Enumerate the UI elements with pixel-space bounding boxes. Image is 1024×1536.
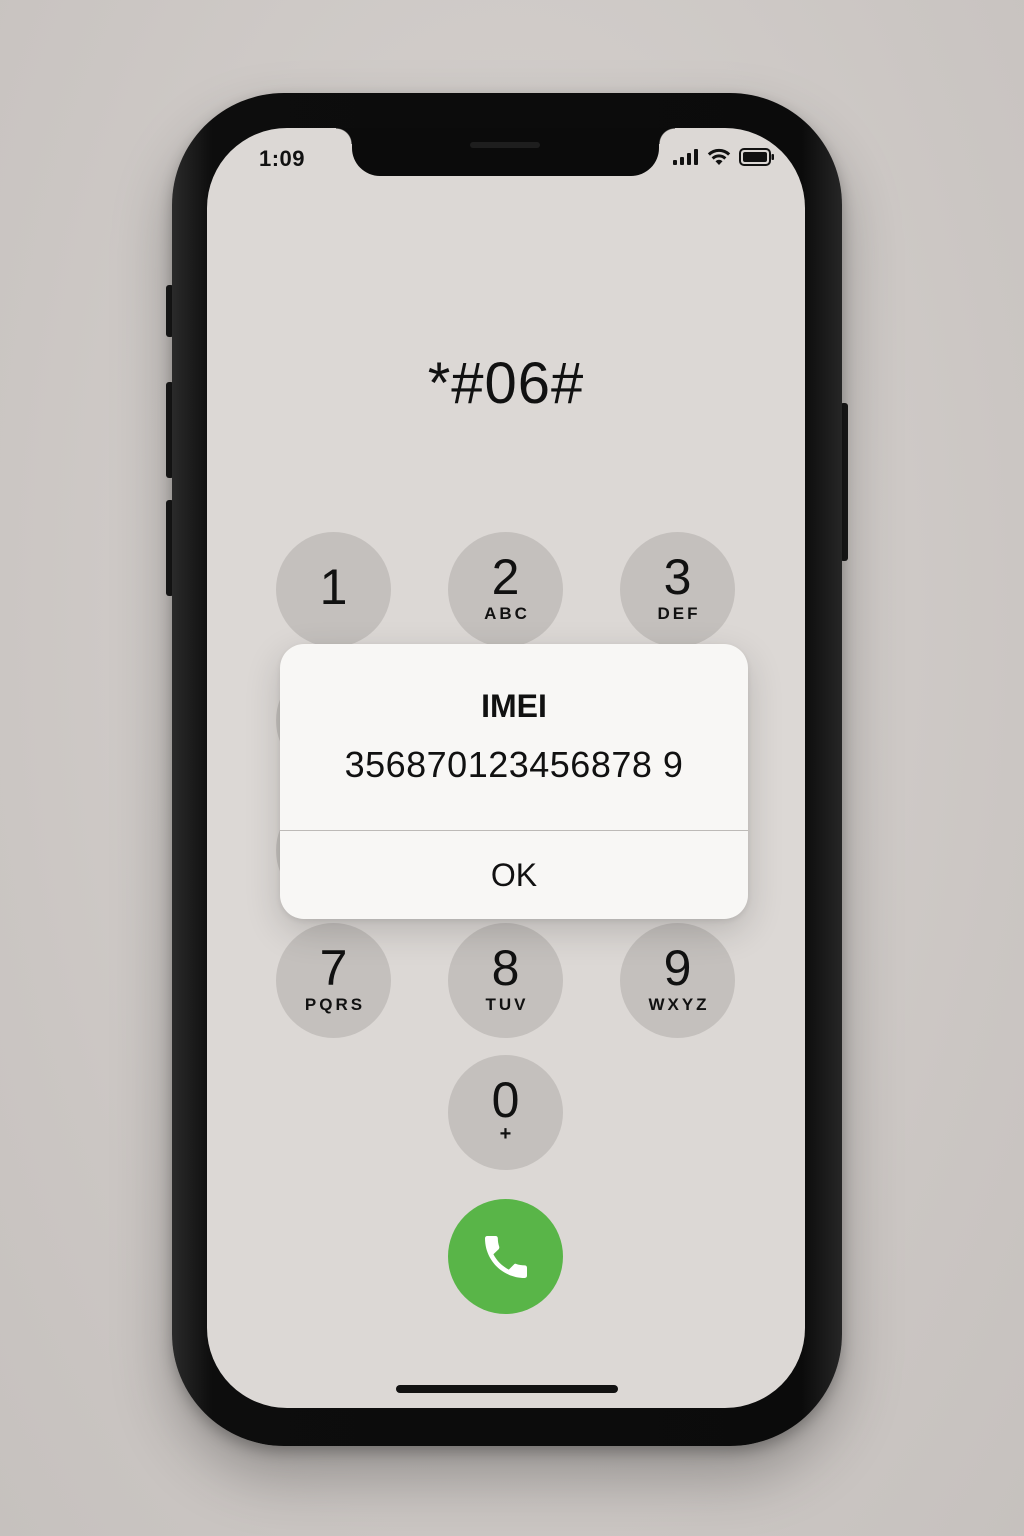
key-1[interactable]: 1 xyxy=(276,532,391,647)
dialed-number: *#06# xyxy=(427,351,585,416)
call-button[interactable] xyxy=(448,1199,563,1314)
key-digit: 2 xyxy=(491,548,520,605)
key-letters: PQRS xyxy=(304,994,366,1014)
key-digit: 7 xyxy=(319,939,348,996)
imei-alert-dialog: IMEI 356870123456878 9 OK xyxy=(280,644,748,919)
phone-icon xyxy=(484,1235,527,1278)
battery-icon xyxy=(739,148,774,166)
cellular-signal-icon xyxy=(673,149,698,165)
key-digit: 1 xyxy=(319,558,348,615)
key-digit: 0 xyxy=(491,1072,520,1128)
key-0[interactable]: 0 + xyxy=(448,1055,563,1170)
key-letters: DEF xyxy=(657,603,701,623)
alert-message: 356870123456878 9 xyxy=(344,744,684,785)
status-icons xyxy=(673,148,775,166)
key-9[interactable]: 9 WXYZ xyxy=(620,923,735,1038)
key-letters: + xyxy=(499,1123,512,1145)
key-digit: 3 xyxy=(663,548,692,605)
key-digit: 8 xyxy=(491,939,520,996)
home-indicator[interactable] xyxy=(396,1385,618,1393)
phone-screen: 1:09 *#06# 1 2 ABC 3 DEF 7 PQRS 8 TUV 9 … xyxy=(207,128,805,1408)
key-letters: ABC xyxy=(484,603,530,623)
wifi-icon xyxy=(707,148,731,165)
key-letters: WXYZ xyxy=(648,994,710,1014)
phone-frame: 1:09 *#06# 1 2 ABC 3 DEF 7 PQRS 8 TUV 9 … xyxy=(172,93,842,1446)
key-2[interactable]: 2 ABC xyxy=(448,532,563,647)
earpiece-speaker xyxy=(470,142,540,148)
status-time: 1:09 xyxy=(259,146,306,171)
key-digit: 9 xyxy=(663,939,692,996)
ok-button[interactable]: OK xyxy=(280,831,748,919)
notch xyxy=(336,128,675,176)
key-7[interactable]: 7 PQRS xyxy=(276,923,391,1038)
alert-title: IMEI xyxy=(481,688,547,724)
key-letters: TUV xyxy=(485,994,529,1014)
key-8[interactable]: 8 TUV xyxy=(448,923,563,1038)
key-3[interactable]: 3 DEF xyxy=(620,532,735,647)
